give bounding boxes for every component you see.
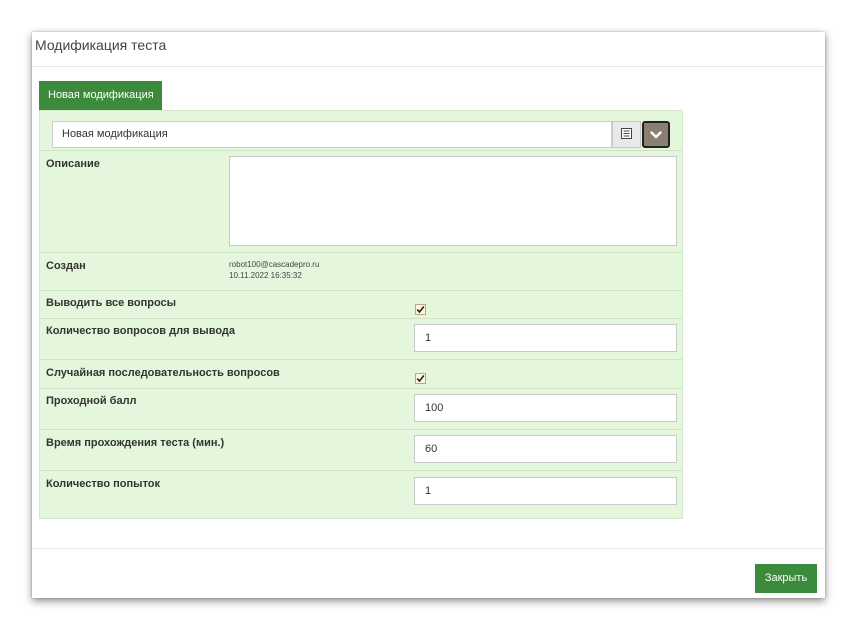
close-button[interactable]: Закрыть [755, 564, 817, 593]
row-divider [40, 252, 682, 253]
time-limit-input[interactable]: 60 [414, 435, 677, 463]
time-limit-label: Время прохождения теста (мин.) [46, 437, 225, 449]
row-divider [40, 470, 682, 471]
created-author: robot100@cascadepro.ru [229, 260, 320, 269]
test-modification-dialog: Модификация теста Новая модификация Нова… [32, 32, 825, 598]
passing-score-input[interactable]: 100 [414, 394, 677, 422]
title-divider [32, 66, 825, 67]
description-label: Описание [46, 158, 100, 170]
questions-count-input[interactable]: 1 [414, 324, 677, 352]
tab-new-modification[interactable]: Новая модификация [39, 81, 162, 110]
created-datetime: 10.11.2022 16:35:32 [229, 271, 302, 280]
row-divider [40, 388, 682, 389]
checkmark-icon [416, 301, 425, 319]
questions-count-label: Количество вопросов для вывода [46, 325, 235, 337]
show-all-questions-label: Выводить все вопросы [46, 297, 177, 309]
dialog-title: Модификация теста [35, 37, 167, 53]
checkmark-icon [416, 370, 425, 388]
list-icon [621, 126, 632, 144]
random-order-label: Случайная последовательность вопросов [46, 367, 280, 379]
row-divider [40, 359, 682, 360]
modification-panel: Новая модификация Описание Создан robot1… [39, 110, 683, 519]
attempts-label: Количество попыток [46, 478, 161, 490]
row-divider [40, 429, 682, 430]
dropdown-button[interactable] [642, 121, 670, 148]
footer-divider [32, 548, 825, 549]
show-all-questions-checkbox[interactable] [415, 304, 426, 315]
modification-select[interactable]: Новая модификация [52, 121, 612, 148]
description-field[interactable] [229, 156, 677, 246]
attempts-input[interactable]: 1 [414, 477, 677, 505]
row-divider [40, 150, 682, 151]
list-button[interactable] [612, 121, 641, 148]
random-order-checkbox[interactable] [415, 373, 426, 384]
created-label: Создан [46, 260, 86, 272]
passing-score-label: Проходной балл [46, 395, 137, 407]
chevron-down-icon [650, 126, 662, 144]
row-divider [40, 290, 682, 291]
row-divider [40, 318, 682, 319]
